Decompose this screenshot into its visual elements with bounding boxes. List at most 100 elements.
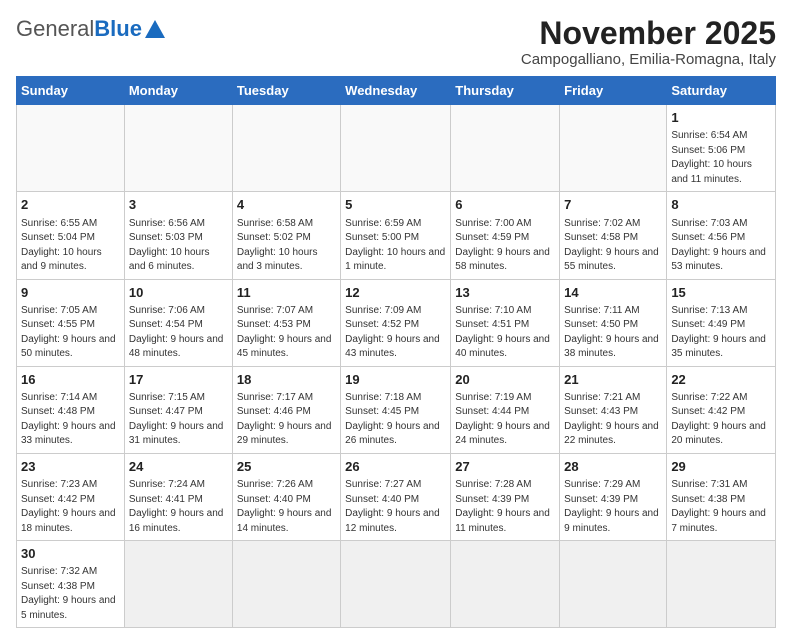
calendar-day-cell: 12Sunrise: 7:09 AM Sunset: 4:52 PM Dayli… <box>341 279 451 366</box>
day-info: Sunrise: 7:29 AM Sunset: 4:39 PM Dayligh… <box>564 478 662 536</box>
weekday-header-monday: Monday <box>124 77 232 105</box>
calendar-day-cell: 17 Sunrise: 7:15 AM Sunset: 4:47 PM Dayli… <box>124 366 232 453</box>
calendar-day-cell <box>124 105 232 192</box>
day-number: 23 <box>21 458 120 476</box>
day-info: Sunrise: 7:32 AM Sunset: 4:38 PM Dayligh… <box>21 565 120 623</box>
calendar-day-cell: 8Sunrise: 7:03 AM Sunset: 4:56 PM Daylig… <box>667 192 776 279</box>
calendar-day-cell <box>232 105 340 192</box>
day-number: 20 <box>455 371 555 389</box>
calendar-week-row: 2 Sunrise: 6:55 AM Sunset: 5:04 PM Daylig… <box>17 192 776 279</box>
day-info: Sunrise: 7:28 AM Sunset: 4:39 PM Dayligh… <box>455 478 555 536</box>
day-info: Sunrise: 7:06 AM Sunset: 4:54 PM Dayligh… <box>129 304 228 362</box>
calendar-week-row: 30 Sunrise: 7:32 AM Sunset: 4:38 PM Dayli… <box>17 541 776 628</box>
day-number: 7 <box>564 196 662 214</box>
calendar-day-cell <box>341 541 451 628</box>
calendar-day-cell <box>232 541 340 628</box>
calendar-day-cell: 25 Sunrise: 7:26 AM Sunset: 4:40 PM Dayli… <box>232 453 340 540</box>
day-info: Sunrise: 7:31 AM Sunset: 4:38 PM Dayligh… <box>671 478 771 536</box>
day-number: 29 <box>671 458 771 476</box>
day-info: Sunrise: 7:17 AM Sunset: 4:46 PM Dayligh… <box>237 391 336 449</box>
day-info: Sunrise: 6:54 AM Sunset: 5:06 PM Dayligh… <box>671 129 771 187</box>
calendar-day-cell: 21Sunrise: 7:21 AM Sunset: 4:43 PM Dayli… <box>560 366 667 453</box>
day-number: 17 <box>129 371 228 389</box>
calendar-week-row: 16Sunrise: 7:14 AM Sunset: 4:48 PM Dayli… <box>17 366 776 453</box>
day-info: Sunrise: 7:19 AM Sunset: 4:44 PM Dayligh… <box>455 391 555 449</box>
day-info: Sunrise: 7:24 AM Sunset: 4:41 PM Dayligh… <box>129 478 228 536</box>
day-number: 19 <box>345 371 446 389</box>
day-number: 2 <box>21 196 120 214</box>
calendar-day-cell <box>560 541 667 628</box>
weekday-header-saturday: Saturday <box>667 77 776 105</box>
day-number: 4 <box>237 196 336 214</box>
calendar-day-cell: 24Sunrise: 7:24 AM Sunset: 4:41 PM Dayli… <box>124 453 232 540</box>
calendar-day-cell: 2 Sunrise: 6:55 AM Sunset: 5:04 PM Daylig… <box>17 192 125 279</box>
location-subtitle: Campogalliano, Emilia-Romagna, Italy <box>521 51 776 68</box>
weekday-header-sunday: Sunday <box>17 77 125 105</box>
calendar-day-cell <box>341 105 451 192</box>
day-info: Sunrise: 7:21 AM Sunset: 4:43 PM Dayligh… <box>564 391 662 449</box>
day-number: 28 <box>564 458 662 476</box>
weekday-header-tuesday: Tuesday <box>232 77 340 105</box>
weekday-header-thursday: Thursday <box>451 77 560 105</box>
calendar-day-cell: 3 Sunrise: 6:56 AM Sunset: 5:03 PM Daylig… <box>124 192 232 279</box>
calendar-day-cell: 13Sunrise: 7:10 AM Sunset: 4:51 PM Dayli… <box>451 279 560 366</box>
day-info: Sunrise: 6:58 AM Sunset: 5:02 PM Dayligh… <box>237 217 336 275</box>
logo-triangle-icon <box>145 18 165 40</box>
calendar-day-cell: 19Sunrise: 7:18 AM Sunset: 4:45 PM Dayli… <box>341 366 451 453</box>
day-number: 26 <box>345 458 446 476</box>
day-number: 1 <box>671 109 771 127</box>
day-info: Sunrise: 7:13 AM Sunset: 4:49 PM Dayligh… <box>671 304 771 362</box>
day-info: Sunrise: 7:23 AM Sunset: 4:42 PM Dayligh… <box>21 478 120 536</box>
calendar-day-cell: 6 Sunrise: 7:00 AM Sunset: 4:59 PM Daylig… <box>451 192 560 279</box>
day-number: 11 <box>237 284 336 302</box>
day-info: Sunrise: 6:56 AM Sunset: 5:03 PM Dayligh… <box>129 217 228 275</box>
day-info: Sunrise: 7:09 AM Sunset: 4:52 PM Dayligh… <box>345 304 446 362</box>
day-info: Sunrise: 7:02 AM Sunset: 4:58 PM Dayligh… <box>564 217 662 275</box>
day-info: Sunrise: 7:07 AM Sunset: 4:53 PM Dayligh… <box>237 304 336 362</box>
calendar-day-cell <box>451 541 560 628</box>
day-info: Sunrise: 7:26 AM Sunset: 4:40 PM Dayligh… <box>237 478 336 536</box>
day-info: Sunrise: 7:03 AM Sunset: 4:56 PM Dayligh… <box>671 217 771 275</box>
day-info: Sunrise: 7:10 AM Sunset: 4:51 PM Dayligh… <box>455 304 555 362</box>
day-number: 9 <box>21 284 120 302</box>
calendar-day-cell: 9 Sunrise: 7:05 AM Sunset: 4:55 PM Daylig… <box>17 279 125 366</box>
calendar-day-cell: 26Sunrise: 7:27 AM Sunset: 4:40 PM Dayli… <box>341 453 451 540</box>
calendar-day-cell: 15Sunrise: 7:13 AM Sunset: 4:49 PM Dayli… <box>667 279 776 366</box>
calendar-day-cell: 5Sunrise: 6:59 AM Sunset: 5:00 PM Daylig… <box>341 192 451 279</box>
calendar-day-cell <box>560 105 667 192</box>
day-info: Sunrise: 6:55 AM Sunset: 5:04 PM Dayligh… <box>21 217 120 275</box>
logo-blue-text: Blue <box>94 16 142 42</box>
calendar-day-cell: 11 Sunrise: 7:07 AM Sunset: 4:53 PM Dayli… <box>232 279 340 366</box>
calendar-day-cell <box>667 541 776 628</box>
day-number: 30 <box>21 545 120 563</box>
weekday-header-row: SundayMondayTuesdayWednesdayThursdayFrid… <box>17 77 776 105</box>
logo-area: General Blue <box>16 16 165 42</box>
day-number: 3 <box>129 196 228 214</box>
calendar-day-cell: 7 Sunrise: 7:02 AM Sunset: 4:58 PM Daylig… <box>560 192 667 279</box>
day-info: Sunrise: 7:22 AM Sunset: 4:42 PM Dayligh… <box>671 391 771 449</box>
day-info: Sunrise: 7:11 AM Sunset: 4:50 PM Dayligh… <box>564 304 662 362</box>
day-info: Sunrise: 7:00 AM Sunset: 4:59 PM Dayligh… <box>455 217 555 275</box>
calendar-day-cell <box>17 105 125 192</box>
calendar-day-cell: 18 Sunrise: 7:17 AM Sunset: 4:46 PM Dayli… <box>232 366 340 453</box>
day-number: 5 <box>345 196 446 214</box>
calendar-week-row: 1 Sunrise: 6:54 AM Sunset: 5:06 PM Daylig… <box>17 105 776 192</box>
logo-general-text: General <box>16 16 94 42</box>
day-number: 18 <box>237 371 336 389</box>
calendar-week-row: 23 Sunrise: 7:23 AM Sunset: 4:42 PM Dayli… <box>17 453 776 540</box>
calendar-day-cell: 16Sunrise: 7:14 AM Sunset: 4:48 PM Dayli… <box>17 366 125 453</box>
day-number: 10 <box>129 284 228 302</box>
day-info: Sunrise: 7:05 AM Sunset: 4:55 PM Dayligh… <box>21 304 120 362</box>
calendar-day-cell: 28 Sunrise: 7:29 AM Sunset: 4:39 PM Dayli… <box>560 453 667 540</box>
calendar-day-cell <box>451 105 560 192</box>
day-number: 25 <box>237 458 336 476</box>
calendar-table: SundayMondayTuesdayWednesdayThursdayFrid… <box>16 76 776 628</box>
calendar-day-cell: 23 Sunrise: 7:23 AM Sunset: 4:42 PM Dayli… <box>17 453 125 540</box>
calendar-day-cell: 1 Sunrise: 6:54 AM Sunset: 5:06 PM Daylig… <box>667 105 776 192</box>
day-number: 14 <box>564 284 662 302</box>
day-number: 27 <box>455 458 555 476</box>
weekday-header-wednesday: Wednesday <box>341 77 451 105</box>
day-number: 6 <box>455 196 555 214</box>
day-info: Sunrise: 7:15 AM Sunset: 4:47 PM Dayligh… <box>129 391 228 449</box>
weekday-header-friday: Friday <box>560 77 667 105</box>
